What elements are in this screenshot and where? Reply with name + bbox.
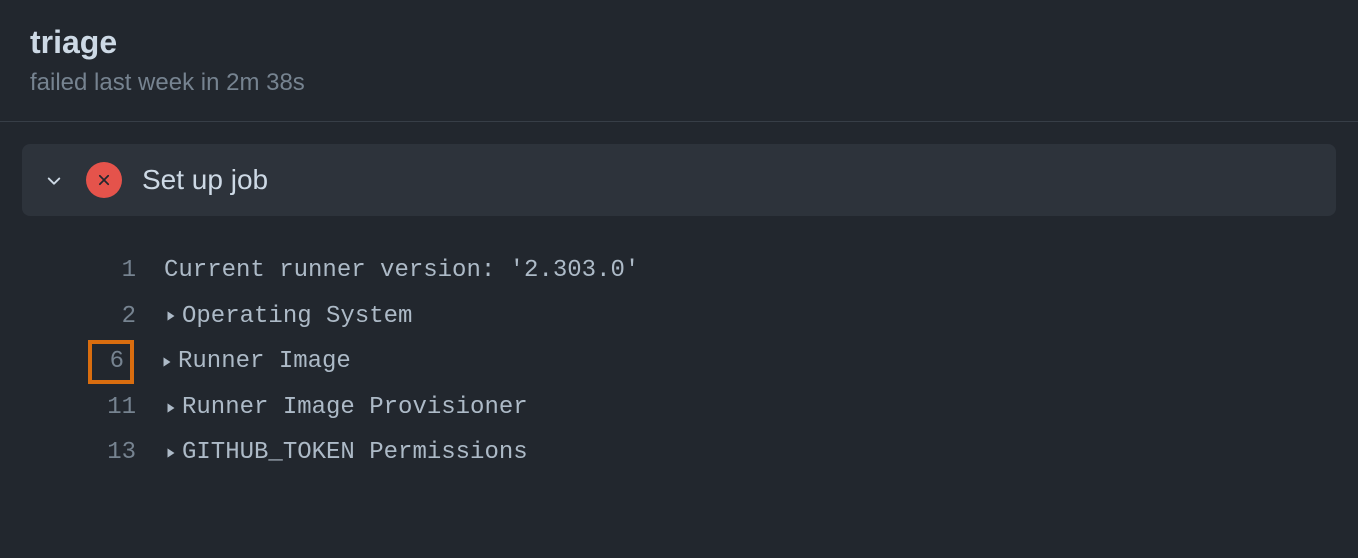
log-content: Runner Image xyxy=(160,339,351,385)
log-line[interactable]: 2 Operating System xyxy=(0,294,1358,340)
log-content: GITHUB_TOKEN Permissions xyxy=(164,430,528,476)
log-line[interactable]: 1 Current runner version: '2.303.0' xyxy=(0,248,1358,294)
expand-triangle-icon[interactable] xyxy=(164,446,180,460)
expand-triangle-icon[interactable] xyxy=(164,401,180,415)
step-name: Set up job xyxy=(142,164,268,196)
failed-icon xyxy=(86,162,122,198)
job-title: triage xyxy=(30,24,1328,61)
line-number: 1 xyxy=(90,248,136,294)
job-header: triage failed last week in 2m 38s xyxy=(0,0,1358,122)
log-output: 1 Current runner version: '2.303.0' 2 Op… xyxy=(0,248,1358,476)
line-number: 2 xyxy=(90,294,136,340)
log-line[interactable]: 6 Runner Image xyxy=(0,339,1358,385)
log-line[interactable]: 13 GITHUB_TOKEN Permissions xyxy=(0,430,1358,476)
expand-triangle-icon[interactable] xyxy=(164,309,180,323)
log-line[interactable]: 11 Runner Image Provisioner xyxy=(0,385,1358,431)
line-number-highlighted: 6 xyxy=(88,340,134,384)
log-content: Runner Image Provisioner xyxy=(164,385,528,431)
expand-triangle-icon[interactable] xyxy=(160,355,176,369)
log-content: Operating System xyxy=(164,294,412,340)
chevron-down-icon[interactable] xyxy=(42,168,66,192)
line-number: 11 xyxy=(90,385,136,431)
job-status: failed last week in 2m 38s xyxy=(30,69,1328,97)
line-number: 13 xyxy=(90,430,136,476)
step-header[interactable]: Set up job xyxy=(22,144,1336,216)
log-content: Current runner version: '2.303.0' xyxy=(164,248,639,294)
